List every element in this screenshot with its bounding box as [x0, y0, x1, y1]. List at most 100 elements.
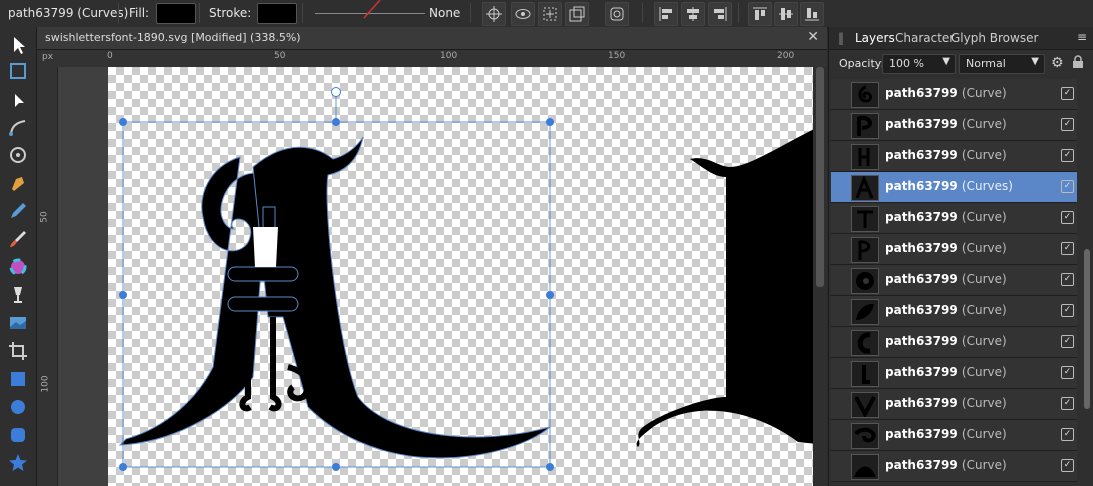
visibility-checkbox[interactable]: ✓	[1061, 428, 1074, 441]
divider	[118, 3, 119, 23]
leaf-glyph-icon	[851, 299, 879, 325]
tab-glyph-browser[interactable]: Glyph Browser	[951, 31, 1038, 45]
p-glyph-icon	[851, 113, 879, 139]
blend-mode-select[interactable]: Normal ▼	[959, 54, 1045, 74]
canvas[interactable]	[58, 67, 827, 486]
opacity-value: 100 %	[889, 57, 924, 70]
gear-icon[interactable]: ⚙	[1051, 55, 1064, 71]
visibility-checkbox[interactable]: ✓	[1061, 87, 1074, 100]
layer-row[interactable]: path63799 (Curve) ✓	[831, 358, 1077, 389]
move-arrow-icon	[14, 37, 25, 54]
spiral-glyph-icon	[851, 268, 879, 294]
document-tab[interactable]: swishlettersfont-1890.svg [Modified] (33…	[37, 27, 827, 50]
snapping-button[interactable]	[605, 2, 629, 26]
transform-origin-button[interactable]	[482, 2, 506, 26]
partial-glyph[interactable]	[636, 127, 827, 447]
layers-list: path63799 (Curve) ✓ path63799 (Curve) ✓ …	[831, 79, 1077, 486]
transparency-tool[interactable]	[6, 283, 30, 307]
stroke-swatch[interactable]	[257, 3, 297, 24]
visibility-checkbox[interactable]: ✓	[1061, 180, 1074, 193]
layer-row[interactable]: path63799 (Curve) ✓	[831, 110, 1077, 141]
visibility-checkbox[interactable]: ✓	[1061, 149, 1074, 162]
fill-tool[interactable]	[6, 255, 30, 279]
canvas-scrollbar[interactable]	[813, 67, 827, 486]
ruler-tick-label: 150	[608, 51, 626, 61]
close-icon[interactable]: ✕	[807, 29, 819, 45]
visibility-checkbox[interactable]: ✓	[1061, 211, 1074, 224]
layer-name: path63799 (Curve)	[885, 241, 1007, 255]
opacity-field[interactable]: 100 % ▼	[882, 54, 956, 74]
bounding-box-button[interactable]	[565, 2, 589, 26]
scroll-thumb[interactable]	[1084, 249, 1090, 409]
context-toolbar: path63799 (Curves) Fill: Stroke: None	[0, 0, 1093, 28]
star-tool[interactable]	[6, 451, 30, 475]
pen-tool[interactable]	[6, 171, 30, 195]
scroll-thumb[interactable]	[816, 67, 824, 287]
pencil-icon	[11, 203, 26, 218]
layer-row[interactable]: path63799 (Curve) ✓	[831, 327, 1077, 358]
visibility-checkbox[interactable]: ✓	[1061, 459, 1074, 472]
rounded-rectangle-tool[interactable]	[6, 423, 30, 447]
lock-icon[interactable]	[1072, 55, 1084, 72]
layer-row[interactable]: path63799 (Curve) ✓	[831, 420, 1077, 451]
align-center-button[interactable]	[681, 2, 705, 26]
grip-icon[interactable]: ‖	[838, 31, 844, 45]
panel-menu-icon[interactable]: ≡	[1077, 30, 1087, 44]
place-image-tool[interactable]	[6, 311, 30, 335]
stroke-width-value: None	[429, 6, 461, 20]
v-glyph-icon	[851, 392, 879, 418]
layers-scrollbar[interactable]	[1081, 79, 1093, 486]
align-top-button[interactable]	[748, 2, 772, 26]
bounding-box-icon	[569, 6, 585, 22]
move-tool[interactable]	[6, 33, 30, 57]
ruler-tick-label: 100	[440, 51, 458, 61]
fill-swatch[interactable]	[156, 3, 196, 24]
blend-mode-value: Normal	[966, 57, 1006, 70]
glass-icon	[14, 287, 22, 303]
node-tool[interactable]	[6, 89, 30, 113]
rectangle-tool[interactable]	[6, 367, 30, 391]
layer-row[interactable]: path63799 (Curve) ✓	[831, 451, 1077, 482]
visibility-checkbox[interactable]: ✓	[1061, 242, 1074, 255]
align-right-button[interactable]	[708, 2, 732, 26]
ellipse-tool[interactable]	[6, 395, 30, 419]
align-bottom-button[interactable]	[800, 2, 824, 26]
corner-tool[interactable]	[6, 115, 30, 139]
transform-button[interactable]	[538, 2, 562, 26]
letter-a-glyph[interactable]	[118, 136, 551, 459]
align-middle-button[interactable]	[774, 2, 798, 26]
layer-row[interactable]: path63799 (Curve) ✓	[831, 141, 1077, 172]
chevron-down-icon: ▼	[942, 56, 950, 67]
layer-row[interactable]: path63799 (Curve) ✓	[831, 203, 1077, 234]
layers-panel: ‖ Layers Character Glyph Browser ≡ Opaci…	[828, 27, 1093, 486]
pencil-tool[interactable]	[6, 199, 30, 223]
layer-row[interactable]: path63799 (Curve) ✓	[831, 265, 1077, 296]
tab-character[interactable]: Character	[895, 31, 954, 45]
document-title: swishlettersfont-1890.svg [Modified] (33…	[45, 31, 301, 44]
ruler-unit: px	[42, 52, 54, 62]
layer-row-selected[interactable]: path63799 (Curves) ✓	[831, 172, 1077, 203]
horizontal-ruler: px 0 50 100 150 200	[37, 50, 827, 68]
artboard-tool[interactable]	[6, 59, 30, 83]
align-right-icon	[714, 7, 727, 21]
visibility-checkbox[interactable]: ✓	[1061, 118, 1074, 131]
brush-tool[interactable]	[6, 227, 30, 251]
visibility-checkbox[interactable]: ✓	[1061, 304, 1074, 317]
crop-tool[interactable]	[6, 339, 30, 363]
layer-row[interactable]: path63799 (Curve) ✓	[831, 234, 1077, 265]
layer-row[interactable]: path63799 (Curve) ✓	[831, 79, 1077, 110]
visibility-checkbox[interactable]: ✓	[1061, 273, 1074, 286]
align-left-button[interactable]	[654, 2, 678, 26]
visibility-checkbox[interactable]: ✓	[1061, 366, 1074, 379]
snapping-icon	[610, 7, 624, 21]
color-wheel-icon	[9, 258, 27, 276]
layer-name: path63799 (Curve)	[885, 365, 1007, 379]
layer-row[interactable]: path63799 (Curve) ✓	[831, 296, 1077, 327]
layer-row[interactable]: path63799 (Curve) ✓	[831, 389, 1077, 420]
point-transform-tool[interactable]	[6, 143, 30, 167]
tab-layers[interactable]: Layers	[855, 31, 895, 45]
visibility-checkbox[interactable]: ✓	[1061, 397, 1074, 410]
l-glyph-icon	[851, 361, 879, 387]
visibility-checkbox[interactable]: ✓	[1061, 335, 1074, 348]
hide-selection-button[interactable]	[511, 2, 535, 26]
